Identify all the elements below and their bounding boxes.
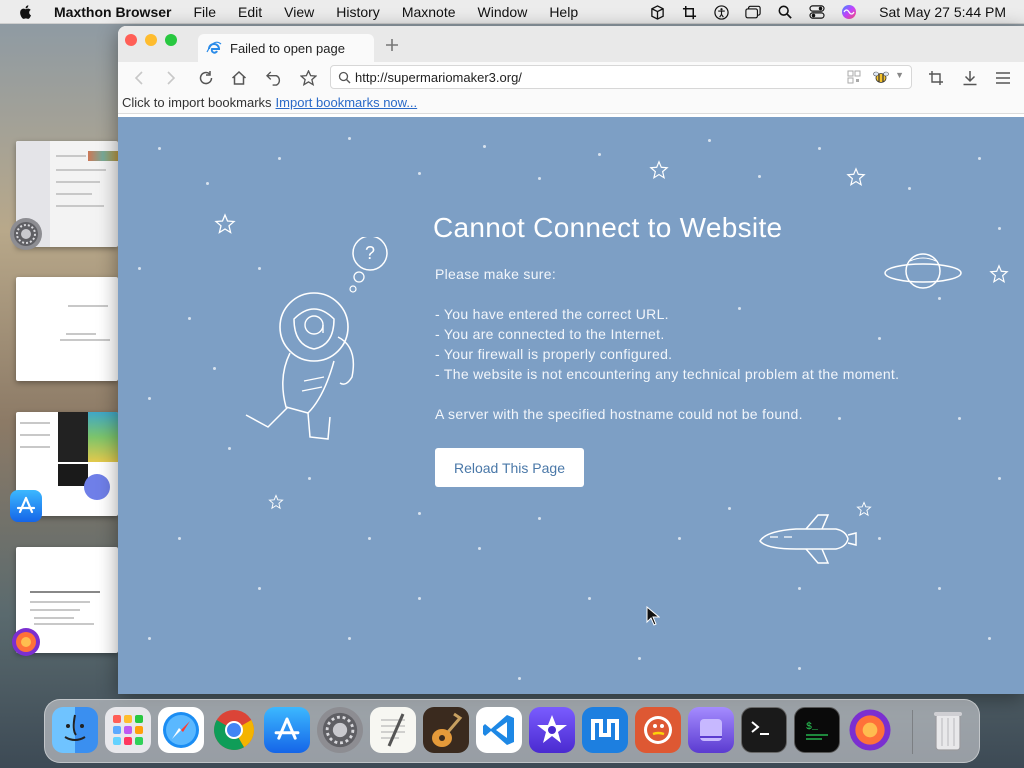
- chrome-icon[interactable]: [211, 707, 257, 753]
- main-menu-icon[interactable]: [992, 67, 1014, 89]
- menu-view[interactable]: View: [284, 4, 314, 20]
- trash-icon[interactable]: [925, 707, 971, 753]
- reload-icon[interactable]: [195, 67, 217, 89]
- forward-button[interactable]: [160, 67, 182, 89]
- menu-bar: Maxthon Browser File Edit View History M…: [0, 0, 1024, 24]
- menu-maxnote[interactable]: Maxnote: [402, 4, 456, 20]
- tab-bar: Failed to open page: [118, 26, 1024, 62]
- system-settings-icon[interactable]: [10, 218, 42, 250]
- ie-favicon-icon: [206, 41, 222, 54]
- url-text[interactable]: http://supermariomaker3.org/: [355, 70, 522, 85]
- error-check-url: - You have entered the correct URL.: [435, 306, 669, 322]
- star-icon: [214, 213, 236, 234]
- tab-title: Failed to open page: [230, 40, 345, 56]
- imovie-icon[interactable]: [529, 707, 575, 753]
- terminal-icon[interactable]: [741, 707, 787, 753]
- maxthon-icon[interactable]: [582, 707, 628, 753]
- menu-history[interactable]: History: [336, 4, 380, 20]
- url-search-icon: [338, 71, 351, 84]
- adblock-bee-icon[interactable]: [873, 70, 889, 84]
- apple-configurator-icon[interactable]: [688, 707, 734, 753]
- script-editor-icon[interactable]: $_: [794, 707, 840, 753]
- address-dropdown-icon[interactable]: ▼: [895, 70, 904, 80]
- star-icon: [989, 264, 1009, 283]
- browser-window: Failed to open page http://supermariomak…: [118, 26, 1024, 694]
- apple-menu-icon[interactable]: [18, 4, 34, 20]
- siri-icon[interactable]: [841, 4, 857, 20]
- error-check-server: - The website is not encountering any te…: [435, 366, 900, 382]
- system-settings-dock-icon[interactable]: [317, 707, 363, 753]
- planet-icon: [884, 253, 962, 289]
- stage-manager-strip: [0, 24, 118, 696]
- space-shuttle-icon: [759, 514, 857, 564]
- app-store-dock-icon[interactable]: [264, 707, 310, 753]
- address-bar[interactable]: http://supermariomaker3.org/ ▼: [330, 65, 912, 89]
- firefox-dock-icon[interactable]: [847, 707, 893, 753]
- menu-bar-clock[interactable]: Sat May 27 5:44 PM: [879, 4, 1006, 20]
- search-icon[interactable]: [777, 4, 793, 20]
- duckduckgo-icon[interactable]: [635, 707, 681, 753]
- minimize-button[interactable]: [145, 34, 157, 46]
- menu-help[interactable]: Help: [549, 4, 578, 20]
- download-icon[interactable]: [959, 67, 981, 89]
- error-detail: A server with the specified hostname cou…: [435, 406, 803, 422]
- app-store-icon[interactable]: [10, 490, 42, 522]
- star-icon: [268, 494, 284, 510]
- new-tab-button[interactable]: [382, 35, 402, 55]
- thought-bubble-text: ?: [365, 243, 375, 263]
- finder-icon[interactable]: [52, 707, 98, 753]
- textedit-icon[interactable]: [370, 707, 416, 753]
- control-center-icon[interactable]: [809, 4, 825, 20]
- cube-icon[interactable]: [649, 4, 665, 20]
- error-page: ? Cannot Connect to Website Please make …: [118, 117, 1024, 694]
- undo-close-tab-icon[interactable]: [263, 67, 285, 89]
- reload-page-button[interactable]: Reload This Page: [435, 448, 584, 487]
- stage-thumbnail-document[interactable]: [16, 277, 118, 381]
- app-name-menu[interactable]: Maxthon Browser: [54, 4, 171, 20]
- accessibility-icon[interactable]: [713, 4, 729, 20]
- error-intro: Please make sure:: [435, 266, 557, 282]
- tab-active[interactable]: Failed to open page: [198, 34, 374, 62]
- error-check-internet: - You are connected to the Internet.: [435, 326, 665, 342]
- menu-file[interactable]: File: [193, 4, 216, 20]
- astronaut-illustration: ?: [245, 237, 388, 440]
- error-title: Cannot Connect to Website: [433, 212, 783, 243]
- import-bookmarks-link[interactable]: Import bookmarks now...: [276, 95, 418, 110]
- crop-icon[interactable]: [681, 4, 697, 20]
- navigation-toolbar: http://supermariomaker3.org/ ▼: [118, 62, 1024, 92]
- svg-text:$_: $_: [806, 721, 819, 733]
- star-icon: [846, 167, 866, 186]
- launchpad-icon[interactable]: [105, 707, 151, 753]
- window-icon[interactable]: [745, 4, 761, 20]
- window-controls: [125, 34, 177, 46]
- bookmarks-bar: Click to import bookmarks Import bookmar…: [118, 92, 1024, 114]
- error-check-firewall: - Your firewall is properly configured.: [435, 346, 673, 362]
- screenshot-crop-icon[interactable]: [925, 67, 947, 89]
- star-icon: [649, 160, 669, 179]
- import-bookmarks-prompt: Click to import bookmarks: [122, 95, 272, 110]
- zoom-button[interactable]: [165, 34, 177, 46]
- vscode-icon[interactable]: [476, 707, 522, 753]
- firefox-icon[interactable]: [10, 626, 42, 658]
- bookmark-star-icon[interactable]: [297, 67, 319, 89]
- close-button[interactable]: [125, 34, 137, 46]
- mouse-cursor-icon: [646, 606, 660, 626]
- garageband-icon[interactable]: [423, 707, 469, 753]
- back-button[interactable]: [128, 67, 150, 89]
- safari-icon[interactable]: [158, 707, 204, 753]
- menu-edit[interactable]: Edit: [238, 4, 262, 20]
- dock-separator: [912, 710, 913, 754]
- dock: $_: [44, 699, 980, 763]
- menu-window[interactable]: Window: [478, 4, 528, 20]
- qr-code-icon[interactable]: [847, 70, 861, 84]
- home-icon[interactable]: [228, 67, 250, 89]
